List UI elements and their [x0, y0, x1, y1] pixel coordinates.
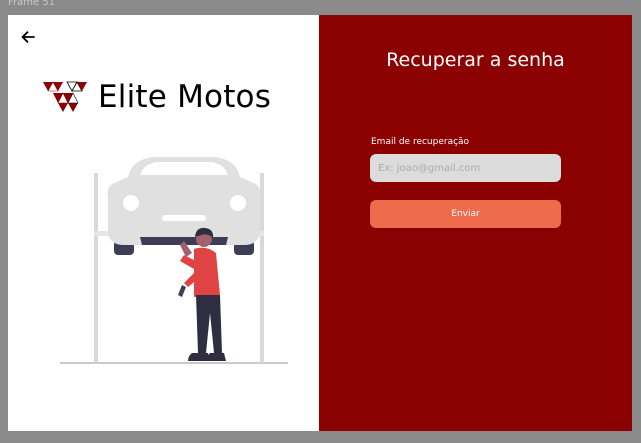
email-field[interactable]	[370, 154, 561, 182]
page-title: Recuperar a senha	[386, 49, 565, 71]
logo-triangles-icon	[43, 81, 87, 112]
brand-logo: Elite Motos	[42, 79, 271, 115]
recovery-screen: Elite Motos Recuperar a senha Email de r…	[8, 15, 632, 431]
back-button[interactable]	[18, 27, 38, 47]
send-button[interactable]: Enviar	[370, 200, 561, 228]
mechanic-illustration	[60, 157, 288, 364]
form-panel: Recuperar a senha Email de recuperação E…	[319, 15, 632, 431]
frame-label: Frame 51	[8, 0, 56, 8]
brand-panel: Elite Motos	[8, 15, 319, 431]
brand-name: Elite Motos	[98, 79, 272, 115]
email-label: Email de recuperação	[371, 137, 470, 147]
arrow-left-icon	[21, 31, 35, 43]
